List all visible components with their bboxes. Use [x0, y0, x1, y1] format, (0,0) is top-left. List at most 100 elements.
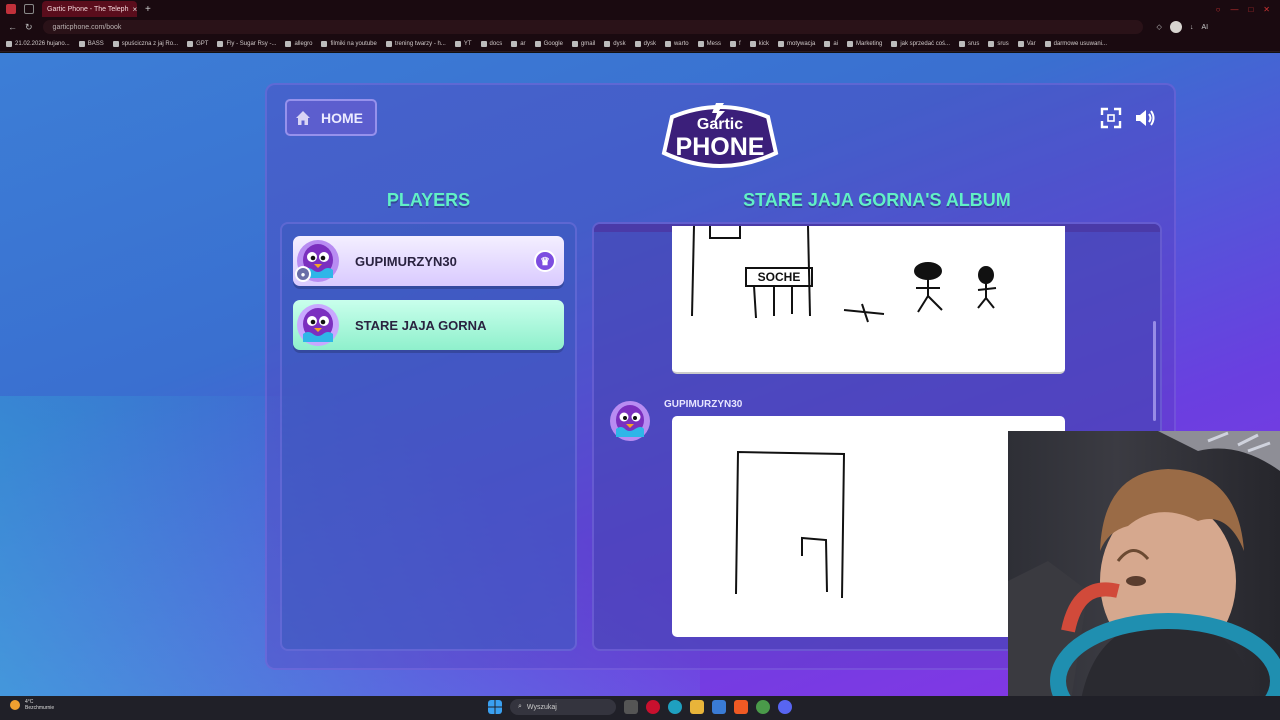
bookmarks-bar: 21.02.2026 hujano... BASS spuściczna z jaj…: [0, 36, 1280, 52]
bookmark-icon: [697, 40, 704, 47]
new-tab-icon[interactable]: +: [145, 4, 151, 15]
back-icon[interactable]: ←: [8, 22, 17, 32]
bookmark-label: jak sprzedać coś...: [900, 40, 951, 47]
bookmark-item[interactable]: YT: [454, 40, 472, 47]
album-title: STARE JAJA GORNA'S ALBUM: [743, 190, 1011, 210]
bookmark-item[interactable]: srus: [959, 40, 980, 47]
bookmark-icon: [511, 40, 518, 47]
discord-icon[interactable]: [778, 700, 792, 714]
file-explorer-icon[interactable]: [690, 700, 704, 714]
bookmark-label: gmail: [580, 40, 596, 47]
bookmark-item[interactable]: Marketing: [847, 40, 883, 47]
bookmark-icon: [571, 40, 578, 47]
bookmark-item[interactable]: kick: [749, 40, 769, 47]
tab-list-icon[interactable]: [24, 4, 34, 14]
bookmark-item[interactable]: ai: [824, 40, 838, 47]
download-icon[interactable]: ↓: [1190, 24, 1194, 31]
browser-icon[interactable]: [6, 4, 16, 14]
weather-widget[interactable]: 4°C Bezchmurnie: [10, 699, 54, 711]
bookmark-item[interactable]: dysk: [604, 40, 626, 47]
players-title: PLAYERS: [386, 190, 471, 210]
url-text: garticphone.com/book: [52, 23, 122, 31]
bookmark-item[interactable]: trening twarzy - h...: [385, 40, 446, 47]
bookmark-item[interactable]: spuściczna z jaj Ro...: [112, 40, 178, 47]
webcam-overlay: [1008, 431, 1280, 720]
tab-close-icon[interactable]: ×: [132, 5, 137, 14]
browser-tab-bar: Gartic Phone - The Teleph × + ○ — □ ✕: [0, 0, 1280, 18]
maximize-icon[interactable]: □: [1248, 5, 1253, 14]
profile-avatar[interactable]: [1169, 21, 1182, 33]
url-field[interactable]: garticphone.com/book: [42, 20, 1143, 34]
bookmark-item[interactable]: srus: [988, 40, 1009, 47]
close-window-icon[interactable]: ✕: [1263, 5, 1270, 14]
bookmark-item[interactable]: Mess: [697, 40, 721, 47]
bookmark-item[interactable]: ar: [511, 40, 526, 47]
edge-icon[interactable]: [668, 700, 682, 714]
bookmark-label: Mess: [706, 40, 721, 47]
bookmark-label: f: [738, 40, 741, 47]
bookmark-item[interactable]: warto: [664, 40, 689, 47]
bookmark-item[interactable]: allegro: [285, 40, 312, 47]
minimize-icon[interactable]: —: [1230, 5, 1238, 14]
extensions-icon[interactable]: ◇: [1157, 23, 1162, 31]
bookmark-icon: [1044, 40, 1051, 47]
bookmark-item[interactable]: BASS: [78, 40, 104, 47]
chrome-icon[interactable]: [756, 700, 770, 714]
bookmark-item[interactable]: 21.02.2026 hujano...: [6, 40, 70, 47]
notepad-icon[interactable]: [712, 700, 726, 714]
bookmark-icon: [1017, 40, 1024, 47]
bookmark-label: Google: [543, 40, 563, 47]
taskbar-search[interactable]: ⌕ Wyszukaj: [510, 699, 616, 715]
bookmark-icon: [634, 40, 641, 47]
bookmark-item[interactable]: Fly - Sugar Rsy -...: [217, 40, 277, 47]
bookmark-label: BASS: [87, 40, 104, 47]
bookmark-label: filmiki na youtube: [330, 40, 377, 47]
drawing-1: SOCHE: [672, 225, 1065, 374]
bookmark-item[interactable]: motywacja: [777, 40, 815, 47]
bookmark-icon: [847, 40, 853, 47]
bookmark-item[interactable]: jak sprzedać coś...: [891, 40, 951, 47]
bookmark-item[interactable]: Google: [534, 40, 563, 47]
album-scrollbar[interactable]: [1153, 321, 1156, 421]
bookmark-label: YT: [463, 40, 472, 47]
entry-author-name: GUPIMURZYN30: [664, 399, 743, 410]
drawing-label: SOCHE: [758, 270, 801, 284]
ai-icon[interactable]: AI: [1201, 24, 1208, 31]
user-icon: ●: [295, 266, 311, 282]
bookmark-label: Fly - Sugar Rsy -...: [226, 40, 277, 47]
volume-icon[interactable]: [1134, 107, 1156, 129]
bookmark-label: srus: [997, 40, 1009, 47]
bookmark-label: ar: [520, 40, 526, 47]
bookmark-icon: [959, 40, 966, 47]
brave-icon[interactable]: [734, 700, 748, 714]
bookmark-item[interactable]: GPT: [187, 40, 208, 47]
bookmark-icon: [534, 40, 541, 47]
bookmark-icon: [187, 40, 194, 47]
bookmark-icon: [891, 40, 898, 47]
bookmark-icon: [385, 40, 392, 47]
bookmark-item[interactable]: f: [729, 40, 741, 47]
bookmark-icon: [112, 40, 119, 47]
player-name: STARE JAJA GORNA: [355, 317, 487, 333]
bookmark-label: dysk: [643, 40, 656, 47]
reload-icon[interactable]: ↻: [25, 22, 33, 33]
logo-bottom-text: PHONE: [676, 133, 765, 161]
task-view-icon[interactable]: [624, 700, 638, 714]
fullscreen-icon[interactable]: [1100, 107, 1122, 129]
bookmark-item[interactable]: gmail: [571, 40, 596, 47]
bookmark-item[interactable]: filmiki na youtube: [321, 40, 377, 47]
opera-gx-icon[interactable]: [646, 700, 660, 714]
tab-gartic-phone[interactable]: Gartic Phone - The Teleph ×: [42, 1, 137, 17]
search-tabs-icon[interactable]: ○: [1216, 5, 1221, 14]
bookmark-item[interactable]: Var: [1017, 40, 1036, 47]
bookmark-label: Marketing: [856, 40, 883, 47]
bookmark-item[interactable]: docs: [480, 40, 502, 47]
windows-start-icon[interactable]: [488, 700, 502, 714]
bookmark-icon: [480, 40, 487, 47]
bookmark-item[interactable]: dysk: [634, 40, 656, 47]
bookmark-label: srus: [968, 40, 980, 47]
bookmark-icon: [664, 40, 671, 47]
bookmark-icon: [604, 40, 611, 47]
home-button[interactable]: HOME: [285, 99, 377, 136]
bookmark-item[interactable]: darmowe usuwani...: [1044, 40, 1107, 47]
